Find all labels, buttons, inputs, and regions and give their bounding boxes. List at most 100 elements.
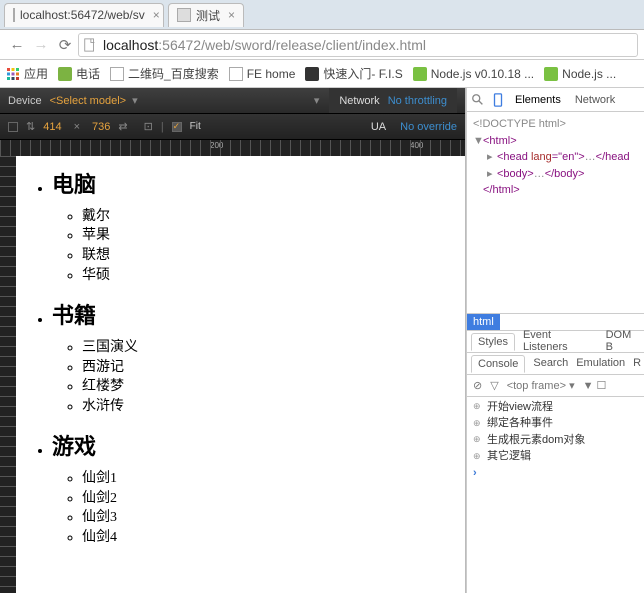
expand-icon[interactable]: ⊕ — [473, 450, 483, 464]
checkbox[interactable] — [8, 122, 18, 132]
console-log-line: ⊕生成根元素dom对象 — [473, 432, 639, 449]
network-select[interactable]: No throttling — [388, 95, 447, 107]
category-item: 电脑戴尔苹果联想华硕 — [52, 170, 455, 285]
ruler-horizontal: 200 400 — [0, 140, 465, 156]
apps-icon — [6, 67, 20, 81]
bookmark-icon — [413, 67, 427, 81]
tab-event-listeners[interactable]: Event Listeners — [523, 329, 598, 353]
chevron-down-icon[interactable]: ▾ — [314, 94, 320, 107]
close-icon[interactable]: × — [153, 8, 160, 22]
list-item: 联想 — [82, 246, 455, 266]
category-item: 书籍三国演义西游记红楼梦水浒传 — [52, 301, 455, 416]
device-select[interactable]: <Select model>▾ — [50, 94, 138, 107]
fit-label: Fit — [190, 121, 201, 132]
bookmark-item[interactable]: 快速入门- F.I.S — [305, 65, 402, 82]
swap-icon[interactable]: ⇅ — [26, 120, 35, 133]
category-title: 书籍 — [52, 301, 455, 332]
apps-button[interactable]: 应用 — [6, 65, 48, 82]
clear-icon[interactable]: ⊘ — [473, 379, 482, 392]
fit-checkbox[interactable] — [172, 122, 182, 132]
tab-emulation[interactable]: Emulation — [576, 357, 625, 369]
device-toolbar: Device <Select model>▾ ▾ Network No thro… — [0, 88, 465, 114]
list-item: 仙剑3 — [82, 508, 455, 528]
prompt-icon: › — [473, 465, 477, 482]
console-tabs: Console Search Emulation R — [467, 353, 644, 375]
ua-select[interactable]: No override — [400, 121, 457, 133]
breadcrumb-bar: html — [467, 313, 644, 331]
list-item: 戴尔 — [82, 207, 455, 227]
breadcrumb-item[interactable]: html — [467, 314, 500, 330]
reload-button[interactable]: ⟳ — [54, 34, 76, 56]
category-item: 游戏仙剑1仙剑2仙剑3仙剑4 — [52, 432, 455, 547]
search-icon[interactable] — [471, 93, 485, 107]
browser-tab-1[interactable]: localhost:56472/web/sv × — [4, 3, 164, 27]
expand-icon[interactable]: ⊕ — [473, 433, 483, 447]
list-item: 红楼梦 — [82, 377, 455, 397]
bookmark-icon — [544, 67, 558, 81]
console-log-line: ⊕其它逻辑 — [473, 448, 639, 465]
frame-select[interactable]: <top frame> ▾ — [507, 379, 575, 392]
list-item: 仙剑4 — [82, 528, 455, 548]
browser-tab-bar: localhost:56472/web/sv × 测试 × — [0, 0, 644, 30]
apps-label: 应用 — [24, 65, 48, 82]
tab-console[interactable]: Console — [471, 355, 525, 373]
bookmark-item[interactable]: 二维码_百度搜索 — [110, 65, 219, 82]
url-path: :56472/web/sword/release/client/index.ht… — [158, 37, 426, 53]
tab-rendering[interactable]: R — [633, 357, 641, 369]
dom-tree[interactable]: <!DOCTYPE html> ▼<html> ▸<head lang="en"… — [467, 112, 644, 313]
tab-network[interactable]: Network — [571, 94, 619, 106]
bookmark-icon — [110, 67, 124, 81]
expand-icon[interactable]: ⊕ — [473, 417, 483, 431]
device-icon[interactable] — [491, 93, 505, 107]
width-input[interactable]: 414 — [43, 121, 61, 133]
bookmark-item[interactable]: 电话 — [58, 65, 100, 82]
tab-elements[interactable]: Elements — [511, 94, 565, 106]
category-title: 电脑 — [52, 170, 455, 201]
tab-styles[interactable]: Styles — [471, 333, 515, 351]
tab-search[interactable]: Search — [533, 357, 568, 369]
bookmark-icon — [229, 67, 243, 81]
filter-icon[interactable]: ▽ — [490, 379, 498, 392]
chevron-down-icon: ▾ — [132, 95, 138, 107]
height-input[interactable]: 736 — [92, 121, 110, 133]
list-item: 三国演义 — [82, 338, 455, 358]
console-toolbar: ⊘ ▽ <top frame> ▾ ▼ ☐ — [467, 375, 644, 397]
back-button[interactable]: ← — [6, 34, 28, 56]
favicon — [13, 8, 15, 22]
bookmarks-bar: 应用 电话 二维码_百度搜索 FE home 快速入门- F.I.S Node.… — [0, 60, 644, 88]
list-item: 华硕 — [82, 266, 455, 286]
list-item: 水浒传 — [82, 397, 455, 417]
network-label: Network — [339, 95, 379, 107]
swap-icon[interactable]: ⇄ — [118, 120, 127, 133]
devtools-panel: Elements Network <!DOCTYPE html> ▼<html>… — [466, 88, 644, 593]
bookmark-icon — [58, 67, 72, 81]
url-input[interactable]: localhost:56472/web/sword/release/client… — [78, 33, 638, 57]
tab-title: localhost:56472/web/sv — [20, 8, 145, 22]
browser-tab-2[interactable]: 测试 × — [168, 3, 244, 27]
ua-label: UA — [371, 121, 386, 133]
favicon — [177, 8, 191, 22]
category-title: 游戏 — [52, 432, 455, 463]
preserve-log-checkbox[interactable]: ▼ ☐ — [583, 379, 607, 392]
device-label: Device — [8, 95, 42, 107]
bookmark-item[interactable]: FE home — [229, 67, 296, 81]
device-dimensions-bar: ⇅ 414 × 736 ⇄ ⊡ | Fit UA No override — [0, 114, 465, 140]
tab-dom-breakpoints[interactable]: DOM B — [606, 329, 642, 353]
url-host: localhost — [103, 37, 158, 53]
console-output[interactable]: ⊕开始view流程⊕绑定各种事件⊕生成根元素dom对象⊕其它逻辑 › — [467, 397, 644, 593]
expand-icon[interactable]: ⊕ — [473, 400, 483, 414]
console-log-line: ⊕开始view流程 — [473, 399, 639, 416]
browser-nav-bar: ← → ⟳ localhost:56472/web/sword/release/… — [0, 30, 644, 60]
bookmark-item[interactable]: Node.js v0.10.18 ... — [413, 67, 534, 81]
tab-title: 测试 — [196, 7, 220, 24]
page-icon — [83, 38, 97, 52]
bookmark-item[interactable]: Node.js ... — [544, 67, 616, 81]
styles-tabs: Styles Event Listeners DOM B — [467, 331, 644, 353]
list-item: 仙剑2 — [82, 489, 455, 509]
forward-button[interactable]: → — [30, 34, 52, 56]
zoom-icon[interactable]: ⊡ — [144, 120, 153, 133]
devtools-tabs: Elements Network — [467, 88, 644, 112]
page-content: 电脑戴尔苹果联想华硕书籍三国演义西游记红楼梦水浒传游戏仙剑1仙剑2仙剑3仙剑4 — [16, 156, 465, 593]
bookmark-icon — [305, 67, 319, 81]
close-icon[interactable]: × — [228, 8, 235, 22]
